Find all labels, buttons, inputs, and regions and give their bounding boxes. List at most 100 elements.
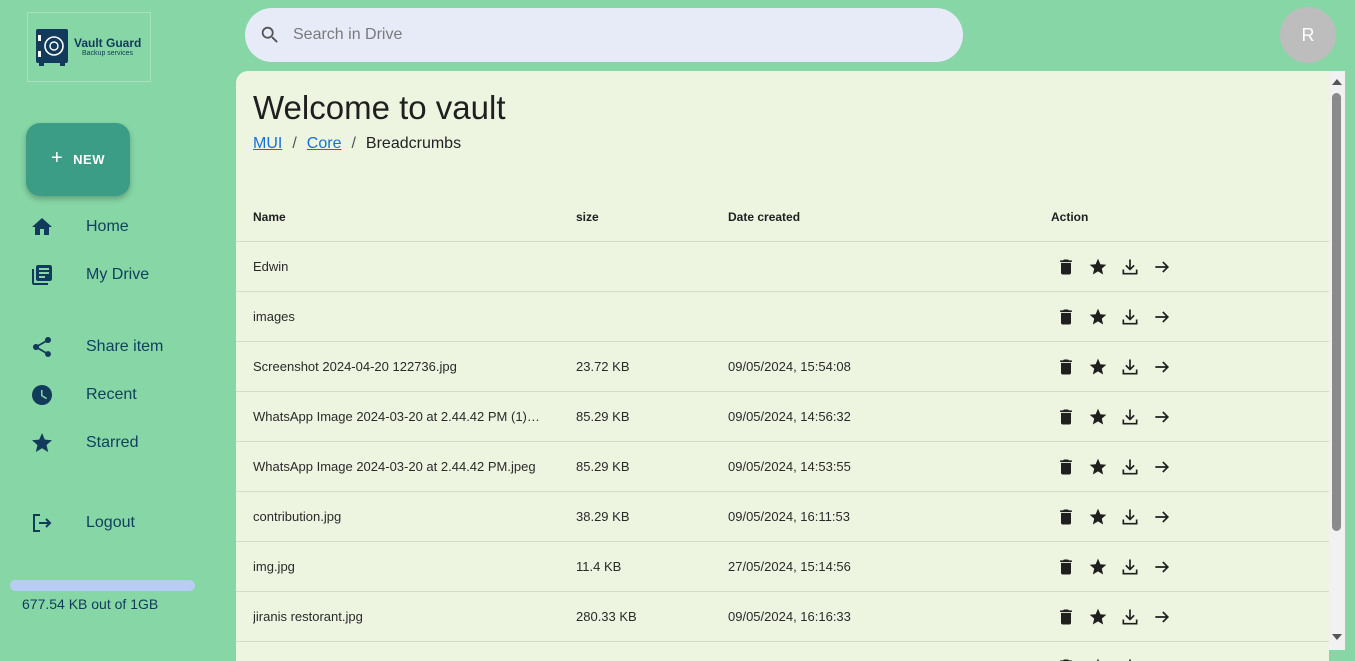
star-action-button[interactable]: [1088, 357, 1108, 377]
breadcrumb-link-core[interactable]: Core: [307, 135, 342, 153]
file-name[interactable]: images: [253, 309, 543, 324]
star-action-button[interactable]: [1088, 407, 1108, 427]
delete-action-button[interactable]: [1056, 457, 1076, 477]
scroll-down-arrow[interactable]: [1332, 634, 1342, 640]
table-row[interactable]: jiranis restorant.jpg280.33 KB09/05/2024…: [236, 592, 1329, 642]
file-name[interactable]: img.jpg: [253, 559, 543, 574]
file-name[interactable]: Screenshot 2024-04-20 122736.jpg: [253, 359, 543, 374]
arrow-action-button[interactable]: [1152, 357, 1172, 377]
brand-logo[interactable]: Vault Guard Backup services: [27, 12, 151, 82]
file-date: [727, 292, 1050, 342]
download-action-button[interactable]: [1120, 407, 1140, 427]
file-size: 280.33 KB: [575, 592, 727, 642]
star-action-button[interactable]: [1088, 657, 1108, 661]
sidebar-item-label: My Drive: [86, 266, 149, 284]
star-action-button[interactable]: [1088, 607, 1108, 627]
file-size: 23.72 KB: [575, 342, 727, 392]
table-row[interactable]: WhatsApp Image 2024-03-20 at 2.44.42 PM.…: [236, 442, 1329, 492]
download-action-button[interactable]: [1120, 257, 1140, 277]
clock-icon: [30, 383, 54, 407]
download-action-button[interactable]: [1120, 507, 1140, 527]
delete-action-button[interactable]: [1056, 307, 1076, 327]
file-name[interactable]: WhatsApp Image 2024-03-20 at 2.44.42 PM …: [253, 409, 543, 424]
column-header-action: Action: [1050, 193, 1329, 242]
row-actions: [1056, 507, 1328, 527]
delete-icon: [1056, 507, 1076, 527]
sidebar-item-recent[interactable]: Recent: [30, 379, 230, 411]
delete-action-button[interactable]: [1056, 407, 1076, 427]
arrow-action-button[interactable]: [1152, 507, 1172, 527]
star-icon: [1088, 357, 1108, 377]
scrollbar[interactable]: [1329, 71, 1345, 650]
sidebar-item-label: Recent: [86, 386, 137, 404]
sidebar-item-label: Share item: [86, 338, 163, 356]
table-row[interactable]: Edwin: [236, 242, 1329, 292]
file-date: 09/05/2024, 15:54:08: [727, 342, 1050, 392]
delete-action-button[interactable]: [1056, 557, 1076, 577]
arrow-action-button[interactable]: [1152, 407, 1172, 427]
star-icon: [1088, 307, 1108, 327]
arrow-action-button[interactable]: [1152, 657, 1172, 661]
search-input[interactable]: [291, 25, 895, 45]
file-size: 85.29 KB: [575, 442, 727, 492]
arrow-action-button[interactable]: [1152, 557, 1172, 577]
file-name[interactable]: WhatsApp Image 2024-03-20 at 2.44.42 PM.…: [253, 459, 543, 474]
file-date: 09/05/2024, 16:11:53: [727, 492, 1050, 542]
logout-icon: [30, 511, 54, 535]
file-size: [575, 292, 727, 342]
search-bar[interactable]: [245, 8, 963, 62]
star-icon: [1088, 557, 1108, 577]
delete-action-button[interactable]: [1056, 357, 1076, 377]
new-button[interactable]: + NEW: [26, 123, 130, 196]
delete-action-button[interactable]: [1056, 257, 1076, 277]
file-name[interactable]: Edwin: [253, 259, 543, 274]
star-action-button[interactable]: [1088, 557, 1108, 577]
download-action-button[interactable]: [1120, 307, 1140, 327]
star-action-button[interactable]: [1088, 507, 1108, 527]
arrow-right-icon: [1152, 307, 1172, 327]
column-header-name[interactable]: Name: [236, 193, 575, 242]
table-row[interactable]: Screenshot 2024-04-20 122736.jpg 23.72 KB…: [236, 342, 1329, 392]
download-action-button[interactable]: [1120, 557, 1140, 577]
avatar[interactable]: R: [1280, 7, 1336, 63]
file-size: 85.29 KB: [575, 392, 727, 442]
sidebar-item-home[interactable]: Home: [30, 211, 230, 243]
arrow-action-button[interactable]: [1152, 607, 1172, 627]
sidebar-item-share[interactable]: Share item: [30, 331, 230, 363]
file-name[interactable]: contribution.jpg: [253, 509, 543, 524]
breadcrumb-current: Breadcrumbs: [366, 135, 461, 153]
arrow-action-button[interactable]: [1152, 307, 1172, 327]
arrow-right-icon: [1152, 507, 1172, 527]
table-row[interactable]: WhatsApp Image 2024-03-20 at 2.44.42 PM …: [236, 392, 1329, 442]
column-header-date[interactable]: Date created: [727, 193, 1050, 242]
star-action-button[interactable]: [1088, 457, 1108, 477]
breadcrumb-link-mui[interactable]: MUI: [253, 135, 282, 153]
table-row[interactable]: sample designs.jpg38.52 KB09/05/2024, 16…: [236, 642, 1329, 661]
star-action-button[interactable]: [1088, 257, 1108, 277]
delete-action-button[interactable]: [1056, 657, 1076, 661]
sidebar-item-logout[interactable]: Logout: [30, 507, 230, 539]
sidebar-item-starred[interactable]: Starred: [30, 427, 230, 459]
column-header-size[interactable]: size: [575, 193, 727, 242]
download-icon: [1120, 507, 1140, 527]
download-icon: [1120, 457, 1140, 477]
delete-action-button[interactable]: [1056, 507, 1076, 527]
table-row[interactable]: images: [236, 292, 1329, 342]
table-row[interactable]: img.jpg11.4 KB27/05/2024, 15:14:56: [236, 542, 1329, 592]
scroll-up-arrow[interactable]: [1332, 79, 1342, 85]
row-actions: [1056, 557, 1328, 577]
delete-action-button[interactable]: [1056, 607, 1076, 627]
scroll-thumb[interactable]: [1332, 93, 1341, 531]
download-action-button[interactable]: [1120, 357, 1140, 377]
arrow-action-button[interactable]: [1152, 457, 1172, 477]
star-action-button[interactable]: [1088, 307, 1108, 327]
download-action-button[interactable]: [1120, 657, 1140, 661]
download-action-button[interactable]: [1120, 457, 1140, 477]
arrow-action-button[interactable]: [1152, 257, 1172, 277]
file-name[interactable]: jiranis restorant.jpg: [253, 609, 543, 624]
new-button-label: NEW: [73, 152, 105, 167]
sidebar-item-my-drive[interactable]: My Drive: [30, 259, 230, 291]
table-row[interactable]: contribution.jpg38.29 KB09/05/2024, 16:1…: [236, 492, 1329, 542]
star-icon: [1088, 607, 1108, 627]
download-action-button[interactable]: [1120, 607, 1140, 627]
